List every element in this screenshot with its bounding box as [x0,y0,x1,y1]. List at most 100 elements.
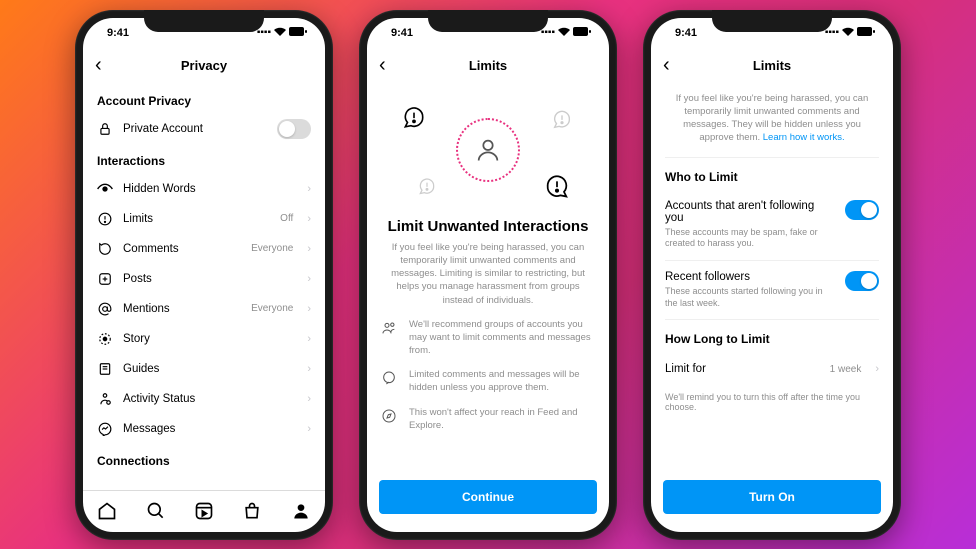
wifi-icon [558,27,570,39]
chevron-right-icon: › [307,333,311,345]
intro-text: If you feel like you're being harassed, … [665,84,879,158]
hidden-words-label: Hidden Words [123,183,293,195]
row-mentions[interactable]: Mentions Everyone › [97,294,311,324]
chevron-right-icon: › [307,393,311,405]
plus-square-icon [97,271,113,287]
page-title: Limits [651,58,893,73]
compass-icon [381,408,399,427]
page-title: Privacy [83,58,325,73]
guides-icon [97,361,113,377]
chevron-right-icon: › [307,213,311,225]
row-activity-status[interactable]: Activity Status › [97,384,311,414]
person-icon [474,136,502,164]
mentions-label: Mentions [123,303,241,315]
tab-profile[interactable] [290,500,312,522]
status-time: 9:41 [391,27,413,39]
wifi-icon [842,27,854,39]
chevron-right-icon: › [307,303,311,315]
section-connections: Connections [97,454,311,468]
learn-link[interactable]: Learn how it works. [763,132,845,143]
guides-label: Guides [123,363,293,375]
nav-header: ‹ Limits [367,48,609,84]
mentions-value: Everyone [251,303,293,314]
bullet-text: This won't affect your reach in Feed and… [409,407,595,433]
nav-header: ‹ Privacy [83,48,325,84]
tab-bar [83,490,325,532]
status-time: 9:41 [107,27,129,39]
alert-circle-icon [97,211,113,227]
row-posts[interactable]: Posts › [97,264,311,294]
people-icon [381,320,399,339]
page-title: Limits [367,58,609,73]
hero-illustration [381,90,595,210]
row-limit-for[interactable]: Limit for 1 week › [665,352,879,386]
eye-hidden-icon [97,181,113,197]
section-account-privacy: Account Privacy [97,94,311,108]
alert-bubble-icon [401,104,427,130]
alert-bubble-faded-icon [551,108,573,130]
row-private-account[interactable]: Private Account [97,114,311,144]
hero-description: If you feel like you're being harassed, … [381,241,595,307]
wifi-icon [274,27,286,39]
story-label: Story [123,333,293,345]
at-icon [97,301,113,317]
tab-reels[interactable] [193,500,215,522]
row-limits[interactable]: Limits Off › [97,204,311,234]
back-icon[interactable]: ‹ [663,54,683,77]
notch [144,10,264,32]
turn-on-button[interactable]: Turn On [663,480,881,514]
phone-privacy: 9:41 ▪▪▪▪ ‹ Privacy Account Privacy Priv… [75,10,333,540]
comments-label: Comments [123,243,241,255]
battery-icon [573,27,591,39]
option-not-following[interactable]: Accounts that aren't following you These… [665,190,879,261]
continue-button[interactable]: Continue [379,480,597,514]
bullet-reach: This won't affect your reach in Feed and… [381,407,595,433]
row-comments[interactable]: Comments Everyone › [97,234,311,264]
signal-icon: ▪▪▪▪ [541,27,555,38]
option-not-following-toggle[interactable] [845,200,879,220]
limit-for-value: 1 week [830,364,862,375]
nav-header: ‹ Limits [651,48,893,84]
row-hidden-words[interactable]: Hidden Words › [97,174,311,204]
activity-icon [97,391,113,407]
activity-status-label: Activity Status [123,393,293,405]
bullet-text: We'll recommend groups of accounts you m… [409,319,595,357]
phone-limits-config: 9:41 ▪▪▪▪ ‹ Limits If you feel like you'… [643,10,901,540]
option-desc: These accounts may be spam, fake or crea… [665,227,835,250]
status-time: 9:41 [675,27,697,39]
option-title: Recent followers [665,271,835,283]
private-account-label: Private Account [123,123,267,135]
phone-limits-intro: 9:41 ▪▪▪▪ ‹ Limits Limit Unwanted Intera… [359,10,617,540]
row-messages[interactable]: Messages › [97,414,311,444]
back-icon[interactable]: ‹ [95,54,115,77]
bullet-text: Limited comments and messages will be hi… [409,369,595,395]
comments-value: Everyone [251,243,293,254]
option-recent-followers[interactable]: Recent followers These accounts started … [665,261,879,320]
option-title: Accounts that aren't following you [665,200,835,224]
chevron-right-icon: › [307,363,311,375]
section-interactions: Interactions [97,154,311,168]
comment-icon [381,370,399,389]
posts-label: Posts [123,273,293,285]
chevron-right-icon: › [307,243,311,255]
private-account-toggle[interactable] [277,119,311,139]
lock-icon [97,121,113,137]
chevron-right-icon: › [307,183,311,195]
row-story[interactable]: Story › [97,324,311,354]
row-guides[interactable]: Guides › [97,354,311,384]
back-icon[interactable]: ‹ [379,54,399,77]
notch [428,10,548,32]
hero-title: Limit Unwanted Interactions [381,218,595,235]
tab-shop[interactable] [241,500,263,522]
option-recent-followers-toggle[interactable] [845,271,879,291]
messages-label: Messages [123,423,293,435]
signal-icon: ▪▪▪▪ [825,27,839,38]
bullet-hidden: Limited comments and messages will be hi… [381,369,595,395]
limit-for-label: Limit for [665,363,820,375]
tab-home[interactable] [96,500,118,522]
tab-search[interactable] [145,500,167,522]
story-icon [97,331,113,347]
battery-icon [857,27,875,39]
messenger-icon [97,421,113,437]
alert-bubble-icon [543,172,571,200]
